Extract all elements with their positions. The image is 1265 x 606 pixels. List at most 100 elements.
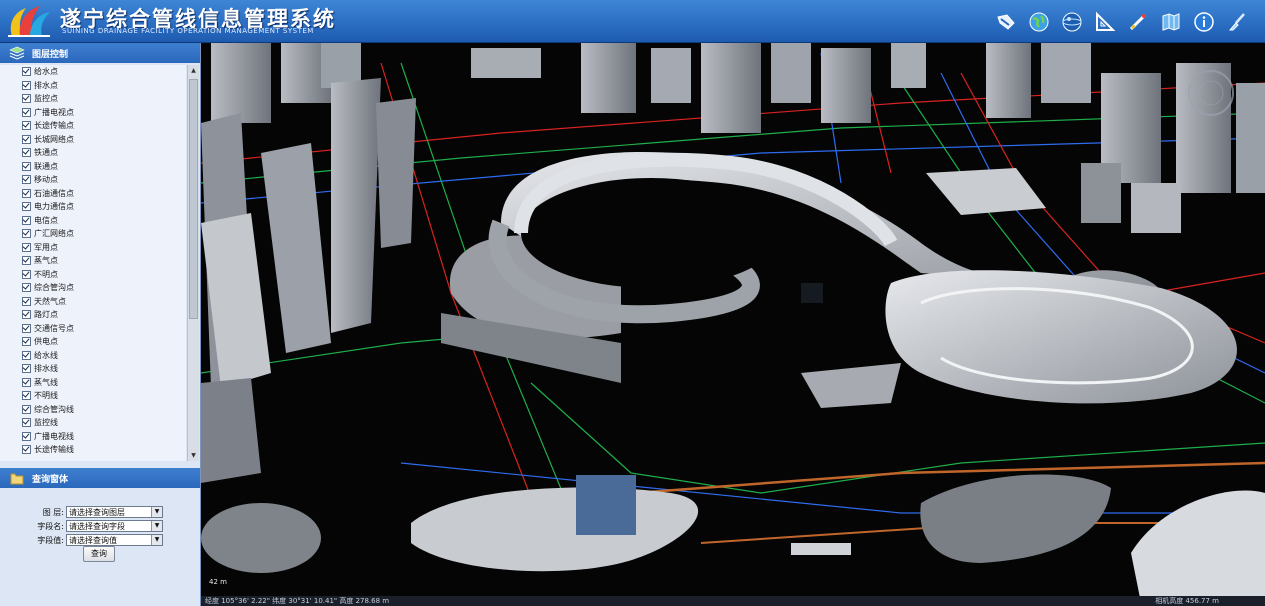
layer-checkbox[interactable] <box>22 269 31 279</box>
query-layer-select[interactable]: 请选择查询图层 ▼ <box>66 506 163 518</box>
map-3d-view[interactable]: 42 m 经度 105°36' 2.22" 纬度 30°31' 10.41" 高… <box>201 43 1265 606</box>
layer-item[interactable]: 电信点 <box>0 214 186 228</box>
layer-item[interactable]: 广播电视线 <box>0 430 186 444</box>
layer-label: 给水点 <box>34 67 58 77</box>
layer-list: 给水点排水点 监控点 广播电视点长途传输点 长城网络点 铁通点 联通点移动点石油通信点 电力… <box>0 65 186 461</box>
layer-item[interactable]: 移动点 <box>0 173 186 187</box>
layer-item[interactable]: 铁通点 <box>0 146 186 160</box>
layer-checkbox[interactable] <box>22 107 31 117</box>
layer-item[interactable]: 电力通信点 <box>0 200 186 214</box>
layer-checkbox[interactable] <box>22 350 31 360</box>
query-value-select[interactable]: 请选择查询值 ▼ <box>66 534 163 546</box>
layer-label: 给水线 <box>34 350 58 360</box>
draw-tool-icon[interactable] <box>1125 9 1150 34</box>
layer-item[interactable]: 监控线 <box>0 416 186 430</box>
earth-view-icon[interactable] <box>1059 9 1084 34</box>
layer-label: 排水线 <box>34 364 58 374</box>
layer-checkbox[interactable] <box>22 94 31 104</box>
layer-checkbox[interactable] <box>22 215 31 225</box>
scene-svg <box>201 43 1265 603</box>
layer-checkbox[interactable] <box>22 80 31 90</box>
layer-checkbox[interactable] <box>22 202 31 212</box>
layer-item[interactable]: 监控点 <box>0 92 186 106</box>
layer-item[interactable]: 综合管沟点 <box>0 281 186 295</box>
layer-label: 综合管沟点 <box>34 283 74 293</box>
globe-icon[interactable] <box>1026 9 1051 34</box>
layer-checkbox[interactable] <box>22 418 31 428</box>
layer-checkbox[interactable] <box>22 323 31 333</box>
layer-label: 路灯点 <box>34 310 58 320</box>
chevron-down-icon[interactable]: ▼ <box>151 521 162 531</box>
query-field-select[interactable]: 请选择查询字段 ▼ <box>66 520 163 532</box>
layer-checkbox[interactable] <box>22 391 31 401</box>
layer-label: 广汇网络点 <box>34 229 74 239</box>
layer-item[interactable]: 广汇网络点 <box>0 227 186 241</box>
layer-item[interactable]: 给水点 <box>0 65 186 79</box>
layer-checkbox[interactable] <box>22 296 31 306</box>
layer-item[interactable]: 综合管沟线 <box>0 403 186 417</box>
layer-checkbox[interactable] <box>22 377 31 387</box>
layer-item[interactable]: 蒸气线 <box>0 376 186 390</box>
layer-checkbox[interactable] <box>22 229 31 239</box>
scroll-down-icon[interactable]: ▼ <box>189 451 198 460</box>
layer-checkbox[interactable] <box>22 337 31 347</box>
query-button[interactable]: 查询 <box>83 546 115 562</box>
layer-label: 移动点 <box>34 175 58 185</box>
layer-label: 长途传输线 <box>34 445 74 455</box>
layer-checkbox[interactable] <box>22 175 31 185</box>
layer-checkbox[interactable] <box>22 364 31 374</box>
query-value-value: 请选择查询值 <box>69 535 117 545</box>
layer-item[interactable]: 广播电视点 <box>0 106 186 120</box>
map-status-camera: 相机高度 456.77 m <box>1155 597 1219 605</box>
layer-checkbox[interactable] <box>22 121 31 131</box>
layer-item[interactable]: 排水点 <box>0 79 186 93</box>
layer-label: 广播电视点 <box>34 107 74 117</box>
layer-checkbox[interactable] <box>22 310 31 320</box>
layer-item[interactable]: 交通信号点 <box>0 322 186 336</box>
layer-label: 军用点 <box>34 242 58 252</box>
layer-item[interactable]: 长途传输点 <box>0 119 186 133</box>
layer-item[interactable]: 供电点 <box>0 335 186 349</box>
layer-checkbox[interactable] <box>22 188 31 198</box>
app-header: 遂宁综合管线信息管理系统 SUINING DRAINAGE FACILITY O… <box>0 0 1265 43</box>
layer-item[interactable]: 不明线 <box>0 389 186 403</box>
layer-item[interactable]: 军用点 <box>0 241 186 255</box>
measure-triangle-icon[interactable] <box>1092 9 1117 34</box>
layer-checkbox[interactable] <box>22 161 31 171</box>
layers-icon <box>6 43 28 63</box>
clear-brush-icon[interactable] <box>1224 9 1249 34</box>
layer-item[interactable]: 石油通信点 <box>0 187 186 201</box>
layer-checkbox[interactable] <box>22 148 31 158</box>
layer-item[interactable]: 天然气点 <box>0 295 186 309</box>
scroll-thumb[interactable] <box>189 79 198 319</box>
pipe-tool-icon[interactable] <box>993 9 1018 34</box>
layer-checkbox[interactable] <box>22 67 31 77</box>
layer-label: 蒸气线 <box>34 377 58 387</box>
chevron-down-icon[interactable]: ▼ <box>151 507 162 517</box>
layer-item[interactable]: 联通点 <box>0 160 186 174</box>
layer-item[interactable]: 长城网络点 <box>0 133 186 147</box>
layer-item[interactable]: 蒸气点 <box>0 254 186 268</box>
layer-checkbox[interactable] <box>22 242 31 252</box>
query-layer-label: 图 层: <box>42 507 64 517</box>
layer-checkbox[interactable] <box>22 256 31 266</box>
layer-checkbox[interactable] <box>22 431 31 441</box>
layer-item[interactable]: 给水线 <box>0 349 186 363</box>
layer-item[interactable]: 不明点 <box>0 268 186 282</box>
layer-list-scrollbar[interactable]: ▲ ▼ <box>187 65 199 461</box>
chevron-down-icon[interactable]: ▼ <box>151 535 162 545</box>
layer-panel-header: 图层控制 <box>0 43 200 63</box>
layer-label: 联通点 <box>34 161 58 171</box>
layer-checkbox[interactable] <box>22 445 31 455</box>
layer-checkbox[interactable] <box>22 134 31 144</box>
map-layer-icon[interactable] <box>1158 9 1183 34</box>
layer-checkbox[interactable] <box>22 283 31 293</box>
query-value-row: 字段值: 请选择查询值 ▼ <box>0 533 200 547</box>
layer-item[interactable]: 路灯点 <box>0 308 186 322</box>
layer-item[interactable]: 排水线 <box>0 362 186 376</box>
layer-checkbox[interactable] <box>22 404 31 414</box>
layer-item[interactable]: 长途传输线 <box>0 443 186 457</box>
scroll-up-icon[interactable]: ▲ <box>189 66 198 75</box>
query-layer-value: 请选择查询图层 <box>69 507 125 517</box>
info-icon[interactable] <box>1191 9 1216 34</box>
